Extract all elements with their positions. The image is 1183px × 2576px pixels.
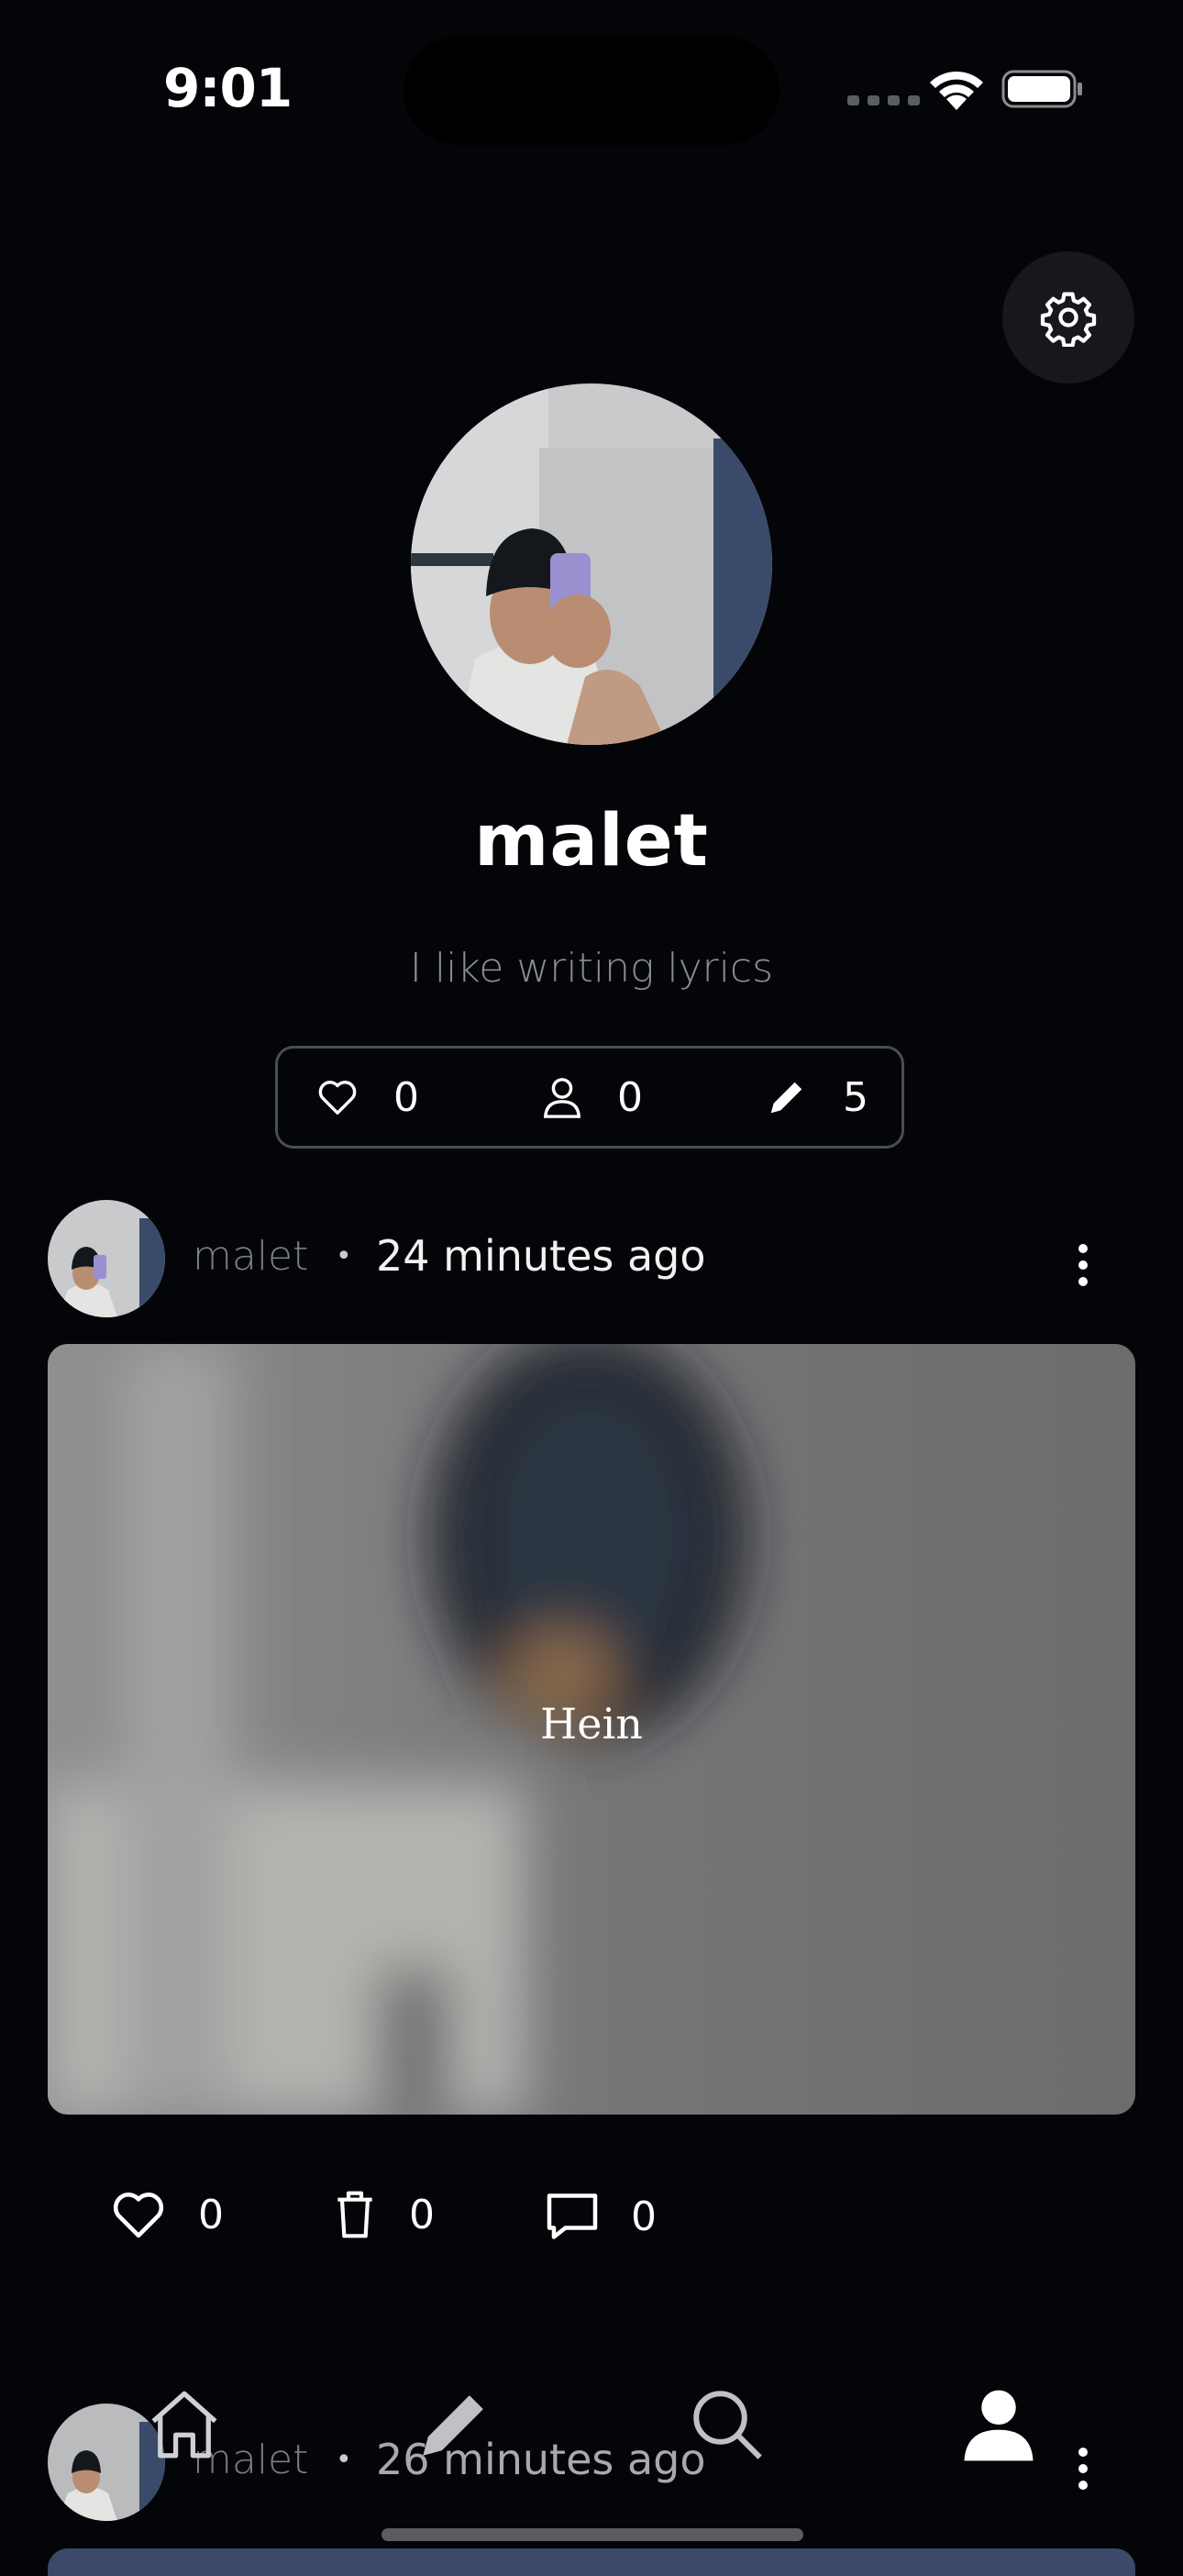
comment-icon [547, 2193, 598, 2239]
heart-icon [318, 1081, 357, 1115]
gear-icon [1040, 292, 1097, 347]
profile-username: malet [474, 800, 709, 883]
comment-count: 0 [631, 2193, 657, 2240]
trash-icon [337, 2191, 372, 2238]
profile-avatar[interactable] [411, 383, 772, 745]
profile-stats: 0 0 5 [275, 1046, 904, 1149]
post-menu-button[interactable] [1078, 2448, 1088, 2490]
post-author-name[interactable]: malet [193, 1233, 308, 1280]
dynamic-island [404, 37, 779, 145]
nav-profile-icon[interactable] [957, 2383, 1040, 2466]
more-vertical-icon [1078, 1244, 1088, 1253]
delete-button[interactable]: 0 [332, 2189, 435, 2240]
stat-likes[interactable]: 0 [316, 1049, 419, 1146]
status-time: 9:01 [163, 57, 293, 119]
post-menu-button[interactable] [1078, 1244, 1088, 1286]
stat-followers[interactable]: 0 [542, 1049, 643, 1146]
profile-bio: I like writing lyrics [409, 945, 774, 992]
home-indicator[interactable] [381, 2528, 803, 2541]
nav-home-icon[interactable] [143, 2383, 226, 2466]
avatar-photo [48, 1200, 165, 1317]
stat-posts[interactable]: 5 [766, 1049, 868, 1146]
delete-count: 0 [409, 2191, 435, 2238]
more-vertical-icon [1078, 2448, 1088, 2457]
cellular-signal-icon [847, 95, 920, 105]
avatar-photo [411, 383, 772, 745]
settings-button[interactable] [1002, 251, 1134, 383]
user-outline-icon [543, 1078, 581, 1118]
stat-likes-count: 0 [393, 1073, 419, 1121]
comment-button[interactable]: 0 [545, 2189, 657, 2244]
battery-icon [1001, 70, 1082, 108]
nav-search-icon[interactable] [686, 2383, 768, 2466]
stat-followers-count: 0 [617, 1073, 643, 1121]
post-image[interactable] [48, 2548, 1135, 2576]
post-caption: Hein [540, 1699, 643, 1749]
nav-pencil-icon[interactable] [413, 2383, 495, 2466]
pencil-icon [770, 1082, 802, 1114]
post-time-ago: 24 minutes ago [376, 1231, 706, 1281]
like-count: 0 [198, 2191, 224, 2238]
heart-icon [113, 2193, 164, 2238]
post-separator: • [336, 2444, 352, 2476]
stat-posts-count: 5 [843, 1073, 868, 1121]
post-author-avatar[interactable] [48, 1200, 165, 1317]
post-separator: • [336, 1240, 352, 1272]
like-button[interactable]: 0 [110, 2189, 224, 2240]
wifi-icon [930, 71, 983, 110]
